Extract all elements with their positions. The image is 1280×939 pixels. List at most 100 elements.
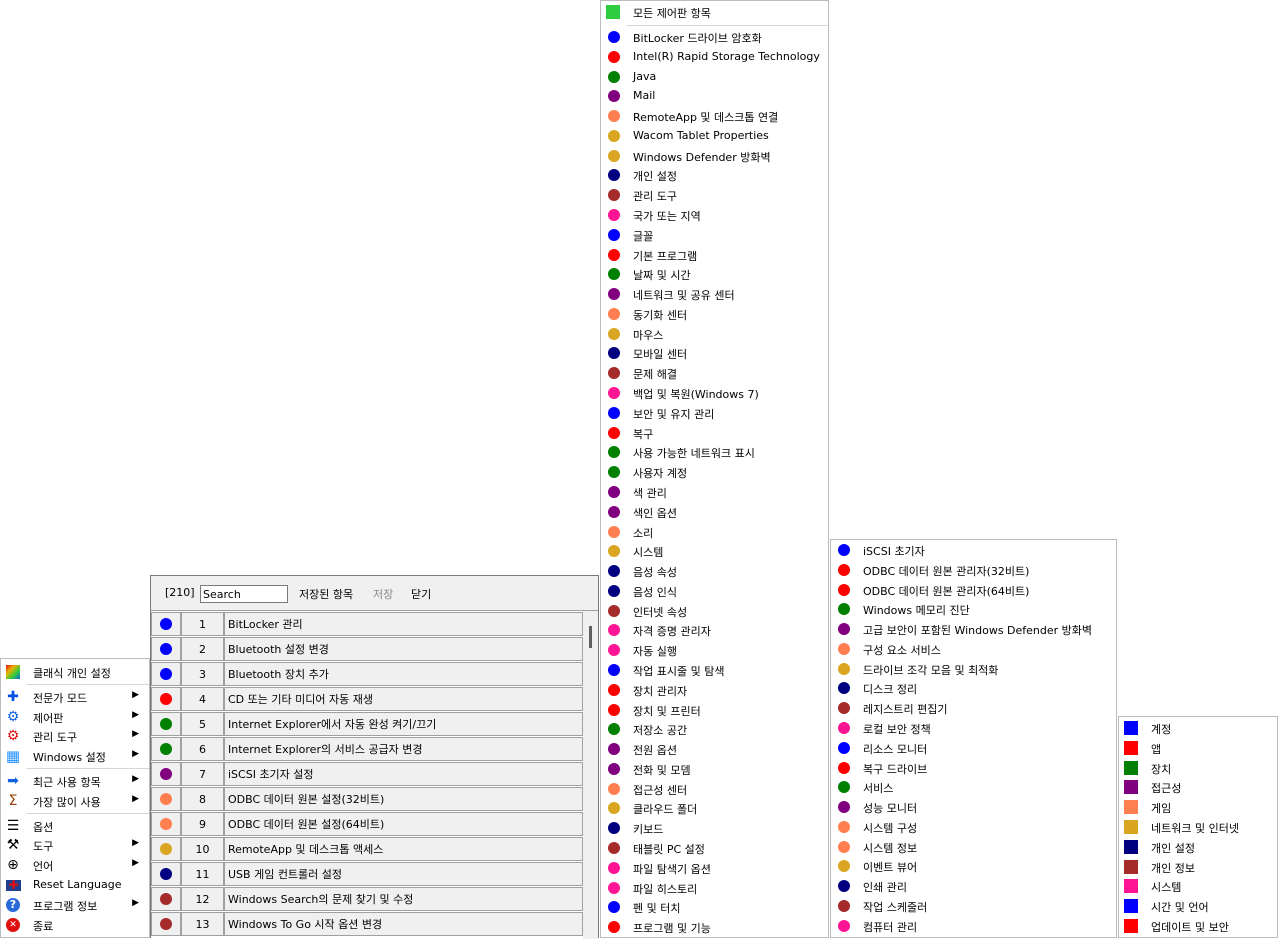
control-panel-item[interactable]: 국가 또는 지역 [601,205,828,225]
table-row[interactable]: 10 RemoteApp 및 데스크톱 액세스 [151,837,583,862]
table-row[interactable]: 9 ODBC 데이터 원본 설정(64비트) [151,812,583,837]
close-button[interactable]: 닫기 [411,586,431,602]
control-panel-item[interactable]: 글꼴 [601,225,828,245]
settings-category-item[interactable]: 개인 설정 [1119,837,1277,857]
main-menu-item[interactable]: ? 프로그램 정보 ▶ [1,895,149,915]
table-row[interactable]: 12 Windows Search의 문제 찾기 및 수정 [151,887,583,912]
admin-tools-item[interactable]: Windows 메모리 진단 [831,599,1116,619]
main-menu-item[interactable]: ☰ 옵션 [1,816,149,836]
settings-category-item[interactable]: 장치 [1119,758,1277,778]
all-control-panel-items[interactable]: 모든 제어판 항목 [601,2,828,22]
admin-tools-item[interactable]: 컴퓨터 관리 [831,916,1116,936]
settings-category-item[interactable]: 시스템 [1119,876,1277,896]
search-input[interactable] [200,585,288,603]
settings-category-item[interactable]: 네트워크 및 인터넷 [1119,817,1277,837]
table-row[interactable]: 7 iSCSI 초기자 설정 [151,762,583,787]
control-panel-item[interactable]: Wacom Tablet Properties [601,126,828,146]
main-menu-item[interactable]: ▦ Windows 설정 ▶ [1,746,149,766]
control-panel-item[interactable]: Windows Defender 방화벽 [601,146,828,166]
table-row[interactable]: 4 CD 또는 기타 미디어 자동 재생 [151,687,583,712]
admin-tools-item[interactable]: 시스템 정보 [831,837,1116,857]
control-panel-item[interactable]: 시스템 [601,541,828,561]
settings-category-item[interactable]: 접근성 [1119,777,1277,797]
control-panel-item[interactable]: 자격 증명 관리자 [601,620,828,640]
table-row[interactable]: 6 Internet Explorer의 서비스 공급자 변경 [151,737,583,762]
scrollbar[interactable] [583,611,598,939]
admin-tools-item[interactable]: 인쇄 관리 [831,876,1116,896]
main-menu-item[interactable]: ✚ Reset Language [1,875,149,895]
control-panel-item[interactable]: 태블릿 PC 설정 [601,838,828,858]
scrollbar-thumb[interactable] [589,626,592,648]
control-panel-item[interactable]: 소리 [601,522,828,542]
table-row[interactable]: 8 ODBC 데이터 원본 설정(32비트) [151,787,583,812]
control-panel-item[interactable]: 장치 및 프린터 [601,700,828,720]
control-panel-item[interactable]: 색인 옵션 [601,502,828,522]
control-panel-item[interactable]: 복구 [601,423,828,443]
control-panel-item[interactable]: 기본 프로그램 [601,245,828,265]
control-panel-item[interactable]: 관리 도구 [601,185,828,205]
control-panel-item[interactable]: 전화 및 모뎀 [601,759,828,779]
control-panel-item[interactable]: 인터넷 속성 [601,601,828,621]
main-menu-item[interactable]: ⚒ 도구 ▶ [1,835,149,855]
admin-tools-item[interactable]: 이벤트 뷰어 [831,856,1116,876]
admin-tools-item[interactable]: 복구 드라이브 [831,758,1116,778]
control-panel-item[interactable]: 사용자 계정 [601,462,828,482]
control-panel-item[interactable]: 음성 속성 [601,561,828,581]
settings-category-item[interactable]: 계정 [1119,718,1277,738]
control-panel-item[interactable]: 프로그램 및 기능 [601,917,828,937]
control-panel-item[interactable]: 네트워크 및 공유 센터 [601,284,828,304]
control-panel-item[interactable]: 보안 및 유지 관리 [601,403,828,423]
control-panel-item[interactable]: 접근성 센터 [601,779,828,799]
settings-category-item[interactable]: 업데이트 및 보안 [1119,916,1277,936]
settings-category-item[interactable]: 개인 정보 [1119,857,1277,877]
control-panel-item[interactable]: 마우스 [601,324,828,344]
main-menu-item[interactable]: ✕ 종료 [1,915,149,935]
main-menu-item[interactable]: ▦ 클래식 개인 설정 [1,662,149,682]
admin-tools-item[interactable]: iSCSI 초기자 [831,540,1116,560]
control-panel-item[interactable]: 키보드 [601,818,828,838]
control-panel-item[interactable]: Mail [601,86,828,106]
admin-tools-item[interactable]: ODBC 데이터 원본 관리자(32비트) [831,560,1116,580]
control-panel-item[interactable]: 클라우드 폴더 [601,798,828,818]
control-panel-item[interactable]: 문제 해결 [601,363,828,383]
admin-tools-item[interactable]: 서비스 [831,777,1116,797]
settings-category-item[interactable]: 게임 [1119,797,1277,817]
control-panel-item[interactable]: 펜 및 터치 [601,897,828,917]
control-panel-item[interactable]: 장치 관리자 [601,680,828,700]
admin-tools-item[interactable]: 디스크 정리 [831,678,1116,698]
control-panel-item[interactable]: 색 관리 [601,482,828,502]
main-menu-item[interactable]: Σ 가장 많이 사용 ▶ [1,791,149,811]
control-panel-item[interactable]: Java [601,67,828,87]
control-panel-item[interactable]: 동기화 센터 [601,304,828,324]
control-panel-item[interactable]: 음성 인식 [601,581,828,601]
admin-tools-item[interactable]: 구성 요소 서비스 [831,639,1116,659]
settings-category-item[interactable]: 앱 [1119,738,1277,758]
control-panel-item[interactable]: BitLocker 드라이브 암호화 [601,27,828,47]
control-panel-item[interactable]: 날짜 및 시간 [601,264,828,284]
control-panel-item[interactable]: 파일 탐색기 옵션 [601,858,828,878]
control-panel-item[interactable]: 전원 옵션 [601,739,828,759]
admin-tools-item[interactable]: 고급 보안이 포함된 Windows Defender 방화벽 [831,619,1116,639]
control-panel-item[interactable]: 모바일 센터 [601,343,828,363]
table-row[interactable]: 13 Windows To Go 시작 옵션 변경 [151,912,583,937]
saved-items-button[interactable]: 저장된 항목 [299,586,353,602]
table-row[interactable]: 2 Bluetooth 설정 변경 [151,637,583,662]
admin-tools-item[interactable]: 드라이브 조각 모음 및 최적화 [831,659,1116,679]
control-panel-item[interactable]: 백업 및 복원(Windows 7) [601,383,828,403]
admin-tools-item[interactable]: 리소스 모니터 [831,738,1116,758]
admin-tools-item[interactable]: ODBC 데이터 원본 관리자(64비트) [831,580,1116,600]
admin-tools-item[interactable]: 로컬 보안 정책 [831,718,1116,738]
admin-tools-item[interactable]: 레지스트리 편집기 [831,698,1116,718]
control-panel-item[interactable]: Intel(R) Rapid Storage Technology [601,47,828,67]
table-row[interactable]: 5 Internet Explorer에서 자동 완성 켜기/끄기 [151,712,583,737]
table-row[interactable]: 11 USB 게임 컨트롤러 설정 [151,862,583,887]
control-panel-item[interactable]: 사용 가능한 네트워크 표시 [601,442,828,462]
admin-tools-item[interactable]: 성능 모니터 [831,797,1116,817]
main-menu-item[interactable]: ✚ 전문가 모드 ▶ [1,687,149,707]
control-panel-item[interactable]: 저장소 공간 [601,719,828,739]
table-row[interactable]: 3 Bluetooth 장치 추가 [151,662,583,687]
save-button[interactable]: 저장 [373,586,393,602]
settings-category-item[interactable]: 시간 및 언어 [1119,896,1277,916]
control-panel-item[interactable]: RemoteApp 및 데스크톱 연결 [601,106,828,126]
table-row[interactable]: 1 BitLocker 관리 [151,612,583,637]
